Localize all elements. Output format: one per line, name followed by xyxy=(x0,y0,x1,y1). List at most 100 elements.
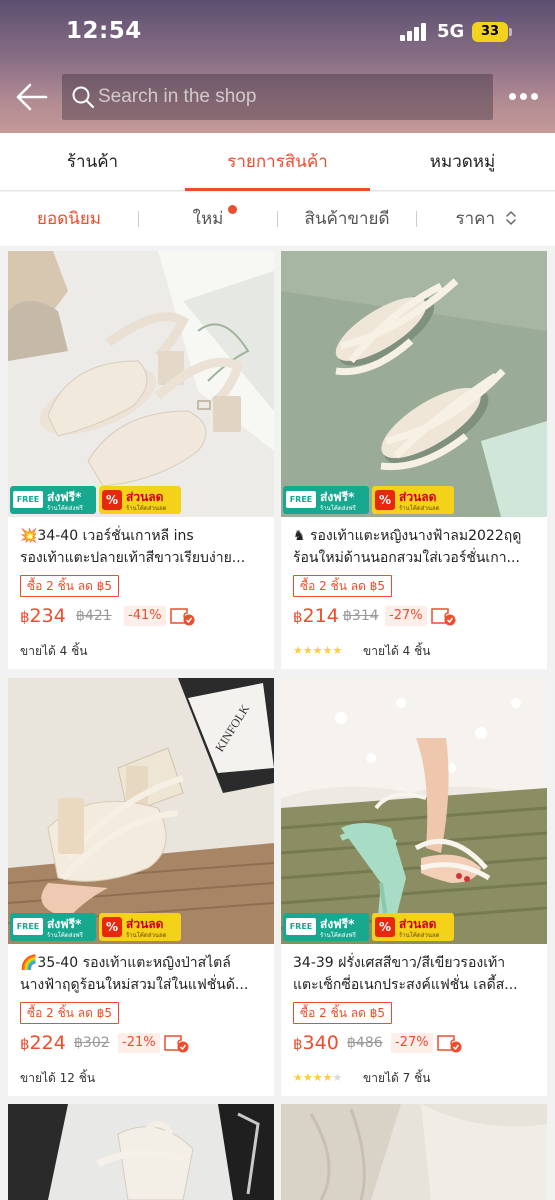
free-shipping-badge: FREE ส่งฟรี* ร้านโค้ดส่งฟรี xyxy=(283,913,369,941)
tab-categories[interactable]: หมวดหมู่ xyxy=(370,133,555,191)
promo-badges: FREE ส่งฟรี* ร้านโค้ดส่งฟรี % ส่วนลด ร้า… xyxy=(8,481,274,517)
product-card[interactable] xyxy=(281,1104,547,1200)
discount-badge: % ส่วนลด ร้านโค้ดส่วนลด xyxy=(99,913,181,941)
network-label: 5G xyxy=(437,21,465,42)
star-icon: ★ xyxy=(332,1071,343,1084)
search-bar[interactable] xyxy=(62,74,493,120)
new-indicator-dot xyxy=(228,205,237,214)
free-shipping-badge: FREE ส่งฟรี* ร้านโค้ดส่งฟรี xyxy=(283,486,369,514)
price-row: ฿234 ฿421 -41% xyxy=(20,603,270,629)
coupon-icon xyxy=(164,1035,189,1053)
product-card[interactable]: FREE ส่งฟรี* ร้านโค้ดส่งฟรี % ส่วนลด ร้า… xyxy=(281,678,547,1096)
price: ฿234 xyxy=(20,605,66,627)
original-price: ฿421 xyxy=(76,608,112,624)
bundle-promo-tag: ซื้อ 2 ชิ้น ลด ฿5 xyxy=(20,1002,120,1024)
sort-newest[interactable]: ใหม่ xyxy=(139,192,277,246)
sort-price-label: ราคา xyxy=(455,209,496,229)
sort-newest-label: ใหม่ xyxy=(192,209,224,229)
star-icon: ★ xyxy=(322,644,333,657)
sales-row: ★★★★★ ขายได้ 4 ชิ้น xyxy=(293,641,543,661)
original-price: ฿302 xyxy=(74,1035,110,1051)
percent-icon: % xyxy=(375,490,395,510)
search-input[interactable] xyxy=(98,74,488,120)
percent-icon: % xyxy=(102,490,122,510)
sort-popular[interactable]: ยอดนิยม xyxy=(0,192,138,246)
active-tab-indicator xyxy=(185,188,370,191)
sales-row: ขายได้ 4 ชิ้น xyxy=(20,641,270,661)
product-title: ♞ รองเท้าแตะหญิงนางฟ้าลม2022ฤดู ร้อนใหม่… xyxy=(293,528,522,566)
discount-percent: -41% xyxy=(124,606,166,626)
discount-percent: -21% xyxy=(118,1033,160,1053)
sold-count: ขายได้ 4 ชิ้น xyxy=(20,644,88,658)
battery-level: 33 xyxy=(472,22,508,42)
tab-shop[interactable]: ร้านค้า xyxy=(0,133,185,191)
more-options-button[interactable] xyxy=(508,88,540,106)
price: ฿224 xyxy=(20,1032,66,1054)
search-icon xyxy=(72,86,95,109)
more-dots-icon xyxy=(509,93,516,100)
coupon-icon xyxy=(170,608,195,626)
sort-price[interactable]: ราคา xyxy=(417,192,555,246)
rating-stars: ★★★★★ xyxy=(293,641,342,661)
product-card[interactable]: FREE ส่งฟรี* ร้านโค้ดส่งฟรี % ส่วนลด ร้า… xyxy=(8,251,274,669)
discount-badge: % ส่วนลด ร้านโค้ดส่วนลด xyxy=(99,486,181,514)
product-image: KINFOLK xyxy=(8,678,274,944)
tab-products[interactable]: รายการสินค้า xyxy=(185,133,370,191)
back-arrow-icon xyxy=(16,83,48,111)
star-icon: ★ xyxy=(312,1071,323,1084)
bundle-promo-tag: ซื้อ 2 ชิ้น ลด ฿5 xyxy=(20,575,120,597)
promo-badges: FREE ส่งฟรี* ร้านโค้ดส่งฟรี % ส่วนลด ร้า… xyxy=(8,908,274,944)
coupon-icon xyxy=(437,1035,462,1053)
promo-badges: FREE ส่งฟรี* ร้านโค้ดส่งฟรี % ส่วนลด ร้า… xyxy=(281,481,547,517)
sort-bar: ยอดนิยม ใหม่ สินค้าขายดี ราคา xyxy=(0,192,555,246)
percent-icon: % xyxy=(102,917,122,937)
discount-percent: -27% xyxy=(391,1033,433,1053)
clock: 12:54 xyxy=(66,18,142,44)
promo-badges: FREE ส่งฟรี* ร้านโค้ดส่งฟรี % ส่วนลด ร้า… xyxy=(281,908,547,944)
price-row: ฿224 ฿302 -21% xyxy=(20,1030,270,1056)
bundle-promo-tag: ซื้อ 2 ชิ้น ลด ฿5 xyxy=(293,1002,393,1024)
sold-count: ขายได้ 12 ชิ้น xyxy=(20,1071,96,1085)
product-image xyxy=(8,251,274,517)
original-price: ฿486 xyxy=(347,1035,383,1051)
price: ฿214 xyxy=(293,605,339,627)
product-card[interactable]: KINFOLK FREE ส่งฟรี* ร้านโค้ดส่งฟรี % ส่… xyxy=(8,678,274,1096)
original-price: ฿314 xyxy=(343,608,379,624)
percent-icon: % xyxy=(375,917,395,937)
sold-count: ขายได้ 7 ชิ้น xyxy=(363,1071,431,1085)
shop-header: 12:54 5G 33 xyxy=(0,0,555,133)
star-icon: ★ xyxy=(302,644,313,657)
star-icon: ★ xyxy=(293,1071,303,1084)
price: ฿340 xyxy=(293,1032,339,1054)
product-card[interactable]: FREE ส่งฟรี* ร้านโค้ดส่งฟรี % ส่วนลด ร้า… xyxy=(281,251,547,669)
product-title: 34-39 ฝรั่งเศสสีขาว/สีเขียวรองเท้า แตะเซ… xyxy=(293,955,518,993)
sold-count: ขายได้ 4 ชิ้น xyxy=(363,644,431,658)
rating-stars: ★★★★★ xyxy=(293,1068,342,1088)
free-shipping-badge: FREE ส่งฟรี* ร้านโค้ดส่งฟรี xyxy=(10,913,96,941)
sort-best-selling[interactable]: สินค้าขายดี xyxy=(278,192,416,246)
shop-tabs: ร้านค้า รายการสินค้า หมวดหมู่ xyxy=(0,133,555,191)
product-image xyxy=(281,678,547,944)
sort-updown-icon xyxy=(505,211,516,225)
star-icon: ★ xyxy=(332,644,343,657)
discount-badge: % ส่วนลด ร้านโค้ดส่วนลด xyxy=(372,913,454,941)
price-row: ฿340 ฿486 -27% xyxy=(293,1030,543,1056)
price-row: ฿214 ฿314 -27% xyxy=(293,603,543,629)
back-button[interactable] xyxy=(14,80,50,114)
status-bar: 12:54 5G 33 xyxy=(0,0,555,64)
product-image xyxy=(281,1104,547,1200)
product-image xyxy=(281,251,547,517)
star-icon: ★ xyxy=(312,644,323,657)
discount-percent: -27% xyxy=(385,606,427,626)
bundle-promo-tag: ซื้อ 2 ชิ้น ลด ฿5 xyxy=(293,575,393,597)
sales-row: ★★★★★ ขายได้ 7 ชิ้น xyxy=(293,1068,543,1088)
product-card[interactable] xyxy=(8,1104,274,1200)
sales-row: ขายได้ 12 ชิ้น xyxy=(20,1068,270,1088)
star-icon: ★ xyxy=(293,644,303,657)
product-title: 🌈35-40 รองเท้าแตะหญิงป่าสไตล์ นางฟ้าฤดูร… xyxy=(20,955,249,993)
discount-badge: % ส่วนลด ร้านโค้ดส่วนลด xyxy=(372,486,454,514)
battery-icon: 33 xyxy=(472,22,512,42)
star-icon: ★ xyxy=(302,1071,313,1084)
signal-icon xyxy=(400,23,430,41)
product-image xyxy=(8,1104,274,1200)
